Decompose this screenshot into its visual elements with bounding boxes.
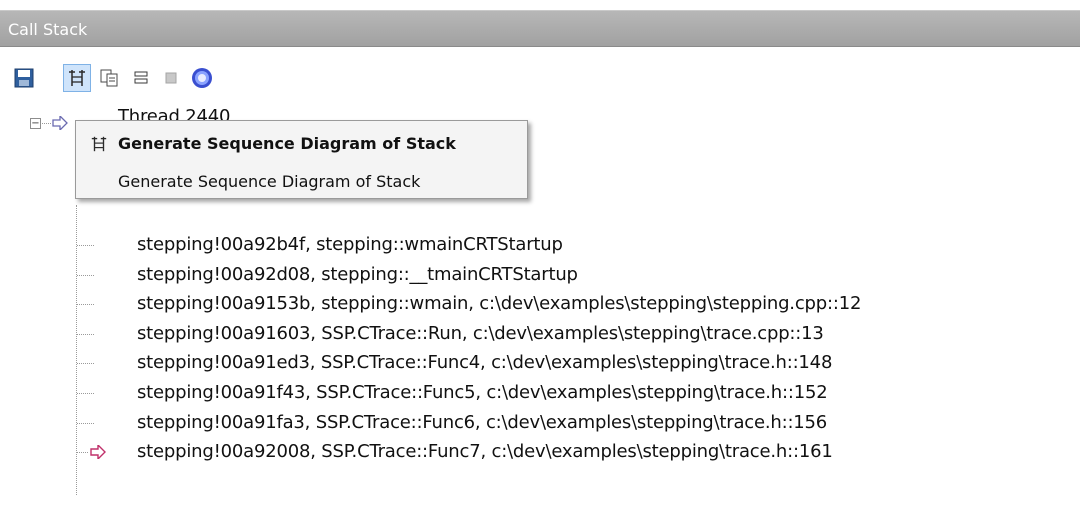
help-button[interactable] bbox=[188, 64, 216, 92]
toolbar bbox=[0, 48, 1080, 106]
tree-connector bbox=[77, 423, 94, 424]
stop-icon bbox=[165, 72, 177, 84]
collapse-button[interactable] bbox=[127, 64, 155, 92]
tooltip-description: Generate Sequence Diagram of Stack bbox=[118, 172, 421, 191]
tree-connector bbox=[77, 245, 94, 246]
top-strip bbox=[0, 0, 1080, 10]
tree-connector bbox=[77, 304, 94, 305]
tree-connector bbox=[77, 275, 94, 276]
collapse-toggle-icon[interactable]: − bbox=[30, 118, 41, 129]
thread-arrow-icon bbox=[52, 116, 68, 130]
stop-button[interactable] bbox=[157, 64, 185, 92]
sequence-diagram-icon bbox=[69, 70, 85, 86]
stack-frame[interactable]: stepping!00a91fa3, SSP.CTrace::Func6, c:… bbox=[137, 412, 827, 433]
stack-frame[interactable]: stepping!00a91603, SSP.CTrace::Run, c:\d… bbox=[137, 323, 824, 344]
stack-frame[interactable]: stepping!00a92b4f, stepping::wmainCRTSta… bbox=[137, 234, 563, 255]
tree-connector bbox=[77, 452, 88, 453]
panel-titlebar: Call Stack bbox=[0, 10, 1080, 47]
collapse-icon bbox=[134, 71, 148, 84]
current-stack-frame[interactable]: stepping!00a92008, SSP.CTrace::Func7, c:… bbox=[137, 441, 833, 462]
stack-frame[interactable]: stepping!00a9153b, stepping::wmain, c:\d… bbox=[137, 293, 861, 314]
current-frame-arrow-icon bbox=[90, 445, 106, 459]
sequence-diagram-icon bbox=[91, 136, 107, 152]
tooltip-title: Generate Sequence Diagram of Stack bbox=[118, 134, 456, 153]
panel-title: Call Stack bbox=[8, 20, 88, 39]
tree-connector bbox=[77, 334, 94, 335]
save-icon bbox=[14, 68, 34, 88]
tree-connector bbox=[77, 393, 94, 394]
tooltip: Generate Sequence Diagram of Stack Gener… bbox=[75, 120, 528, 199]
save-button[interactable] bbox=[10, 64, 38, 92]
tree-connector bbox=[77, 363, 94, 364]
stack-frame[interactable]: stepping!00a91ed3, SSP.CTrace::Func4, c:… bbox=[137, 352, 832, 373]
stack-frame[interactable]: stepping!00a91f43, SSP.CTrace::Func5, c:… bbox=[137, 382, 828, 403]
generate-sequence-diagram-button[interactable] bbox=[63, 64, 91, 92]
copy-button[interactable] bbox=[95, 64, 123, 92]
stack-frame[interactable]: stepping!00a92d08, stepping::__tmainCRTS… bbox=[137, 264, 578, 285]
tree-connector bbox=[42, 123, 51, 124]
copy-icon bbox=[100, 69, 118, 87]
help-icon bbox=[192, 68, 212, 88]
